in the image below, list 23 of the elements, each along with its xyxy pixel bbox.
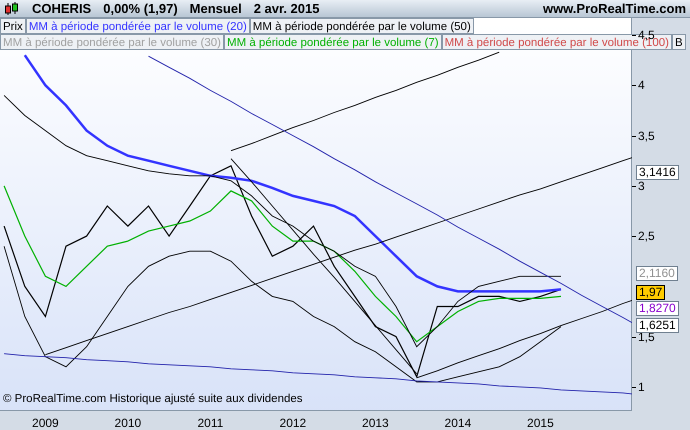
x-axis-label: 2012	[280, 415, 306, 430]
price-tag: 1,8270	[636, 301, 679, 316]
y-axis-label: 1	[638, 380, 645, 394]
price-tag: 1,97	[636, 285, 666, 300]
x-axis-label: 2015	[527, 415, 554, 430]
price-tag: 3,1416	[636, 165, 679, 180]
footnote: © ProRealTime.com Historique ajusté suite aux dividendes	[3, 392, 303, 407]
x-axis-label: 2014	[444, 415, 472, 430]
y-axis-label: 3	[638, 180, 645, 193]
y-axis-label: 2,5	[638, 230, 655, 244]
x-axis-label: 2010	[114, 415, 142, 430]
price-tag: 2,1160	[636, 266, 678, 281]
y-axis-label: 4	[638, 79, 645, 92]
x-axis-label: 2009	[32, 415, 59, 430]
y-axis-label: 1,5	[638, 330, 655, 344]
symbol-label: COHERIS	[32, 0, 92, 18]
period-label: Mensuel	[190, 0, 242, 18]
y-axis-label: 3,5	[638, 130, 655, 143]
change-label: 0,00% (1,97)	[103, 0, 178, 18]
price-tag: 1,6251	[636, 318, 679, 333]
x-axis-label: 2013	[362, 415, 389, 430]
date-label: 2 avr. 2015	[254, 0, 320, 18]
x-axis-label: 2011	[197, 415, 224, 430]
